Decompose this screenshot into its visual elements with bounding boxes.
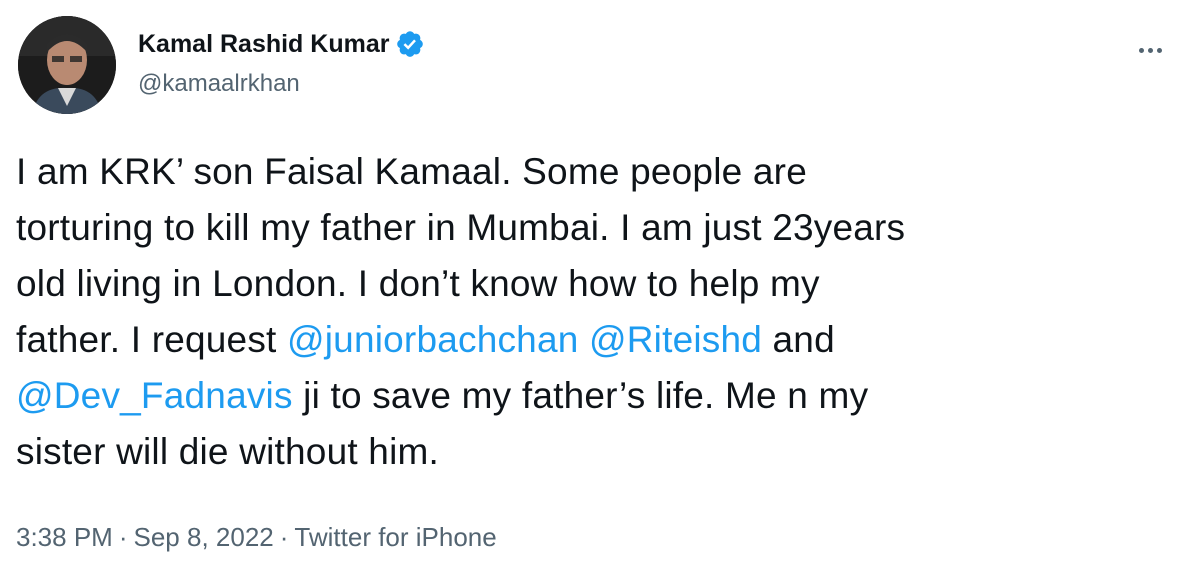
display-name[interactable]: Kamal Rashid Kumar [138, 30, 389, 59]
mention-link-riteishd[interactable]: @Riteishd [589, 319, 762, 360]
tweet-date[interactable]: Sep 8, 2022 [134, 522, 274, 552]
tweet-line: sister will die without him. [16, 431, 440, 472]
avatar-image [18, 16, 116, 114]
tweet-header: Kamal Rashid Kumar @kamaalrkhan [16, 14, 1178, 114]
avatar[interactable] [18, 16, 116, 114]
name-row: Kamal Rashid Kumar [138, 28, 425, 60]
separator: · [118, 522, 128, 552]
separator: · [279, 522, 289, 552]
tweet-line: old living in London. I don’t know how t… [16, 263, 820, 304]
author-info: Kamal Rashid Kumar @kamaalrkhan [138, 28, 425, 98]
tweet-text: I am KRK’ son Faisal Kamaal. Some people… [16, 144, 1156, 480]
mention-link-juniorbachchan[interactable]: @juniorbachchan [287, 319, 579, 360]
handle[interactable]: @kamaalrkhan [138, 70, 425, 98]
tweet-line: father. I request @juniorbachchan @Ritei… [16, 312, 1156, 368]
verified-badge-icon [395, 29, 425, 59]
tweet-text-fragment: ji to save my father’s life. Me n my [292, 375, 869, 416]
tweet: Kamal Rashid Kumar @kamaalrkhan I am KRK… [0, 0, 1178, 561]
tweet-text-fragment: father. I request [16, 319, 287, 360]
tweet-line: I am KRK’ son Faisal Kamaal. Some people… [16, 151, 807, 192]
tweet-metadata: 3:38 PM · Sep 8, 2022 · Twitter for iPhone [16, 522, 497, 553]
tweet-text-fragment: and [762, 319, 835, 360]
more-options-icon[interactable] [1130, 38, 1170, 62]
tweet-source[interactable]: Twitter for iPhone [294, 522, 496, 552]
tweet-time[interactable]: 3:38 PM [16, 522, 113, 552]
mention-link-dev-fadnavis[interactable]: @Dev_Fadnavis [16, 375, 293, 416]
tweet-line: torturing to kill my father in Mumbai. I… [16, 207, 906, 248]
tweet-line: @Dev_Fadnavis ji to save my father’s lif… [16, 368, 1156, 424]
